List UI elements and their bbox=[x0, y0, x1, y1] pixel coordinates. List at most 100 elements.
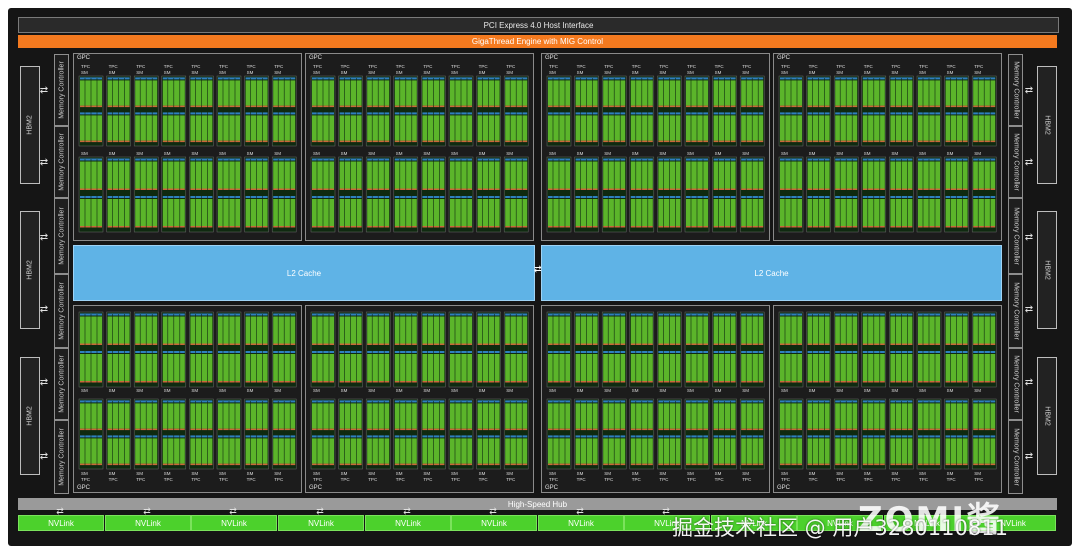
memory-controller-label: Memory Controller bbox=[58, 428, 65, 486]
sm-label: SM bbox=[687, 471, 694, 476]
sm-label: SM bbox=[687, 70, 694, 75]
sm-label: SM bbox=[549, 388, 556, 393]
sm-label: SM bbox=[274, 151, 281, 156]
tpc-label: TPC bbox=[549, 64, 559, 69]
sm-label: SM bbox=[136, 151, 143, 156]
sm-label: SM bbox=[974, 388, 981, 393]
sm-label: SM bbox=[191, 151, 198, 156]
gpc-bottom-4: SM SM TPC SM SM TPC SM SM TPC SM SM TPC SM SM TPC SM SM T… bbox=[773, 305, 1002, 493]
sm-label: SM bbox=[549, 471, 556, 476]
sm-array: SMSMTPCSMSMTPCSMSMTPCSMSMTPCSMSMTPCSMSMT… bbox=[310, 311, 529, 482]
l2-cache-right: L2 Cache bbox=[541, 245, 1002, 301]
tpc-label: TPC bbox=[742, 477, 752, 482]
sm-label: SM bbox=[604, 471, 611, 476]
memory-controller-label: Memory Controller bbox=[1012, 133, 1019, 191]
sm-label: SM bbox=[341, 388, 348, 393]
sm-label: SM bbox=[974, 151, 981, 156]
sm-label: SM bbox=[836, 70, 843, 75]
bidirectional-arrow-icon: ⇄ bbox=[39, 85, 49, 96]
tpc-label: TPC bbox=[836, 64, 846, 69]
gpc-label: GPC bbox=[77, 485, 91, 491]
sm-label: SM bbox=[423, 70, 430, 75]
tpc-label: TPC bbox=[781, 477, 791, 482]
sm-label: SM bbox=[781, 70, 788, 75]
memory-controller-right-5: Memory Controller bbox=[1008, 348, 1023, 420]
sm-label: SM bbox=[919, 151, 926, 156]
tpc-label: TPC bbox=[742, 64, 752, 69]
memory-controller-left-6: Memory Controller bbox=[54, 420, 69, 494]
sm-label: SM bbox=[659, 151, 666, 156]
tpc-label: TPC bbox=[219, 477, 229, 482]
tpc-label: TPC bbox=[313, 64, 323, 69]
tpc-label: TPC bbox=[81, 64, 91, 69]
sm-array: SMSMTPCSMSMTPCSMSMTPCSMSMTPCSMSMTPCSMSMT… bbox=[546, 311, 765, 482]
sm-label: SM bbox=[81, 471, 88, 476]
hbm2-label: HBM2 bbox=[26, 260, 34, 280]
sm-label: SM bbox=[423, 471, 430, 476]
hbm2-label: HBM2 bbox=[1043, 115, 1051, 135]
bidirectional-arrow-icon: ⇄ bbox=[39, 451, 49, 462]
sm-label: SM bbox=[715, 388, 722, 393]
sm-label: SM bbox=[742, 471, 749, 476]
sm-label: SM bbox=[341, 471, 348, 476]
tpc-label: TPC bbox=[864, 477, 874, 482]
gpc-top-1: TPC SM SM TPC SM SM TPC SM SM TPC SM SM TPC SM SM TPC SM… bbox=[73, 53, 302, 241]
tpc-label: TPC bbox=[659, 477, 669, 482]
hbm2-label: HBM2 bbox=[26, 406, 34, 426]
sm-label: SM bbox=[715, 471, 722, 476]
sm-label: SM bbox=[368, 388, 375, 393]
sm-label: SM bbox=[891, 388, 898, 393]
sm-label: SM bbox=[81, 388, 88, 393]
tpc-label: TPC bbox=[396, 477, 406, 482]
hbm2-right-2: HBM2 bbox=[1037, 211, 1057, 329]
tpc-label: TPC bbox=[632, 64, 642, 69]
sm-label: SM bbox=[742, 70, 749, 75]
memory-controller-left-2: Memory Controller bbox=[54, 126, 69, 198]
bidirectional-arrow-icon: ⇄ bbox=[1024, 451, 1034, 462]
sm-array: TPCSMSMTPCSMSMTPCSMSMTPCSMSMTPCSMSMTPCSM… bbox=[78, 64, 297, 233]
sm-label: SM bbox=[781, 471, 788, 476]
tpc-label: TPC bbox=[809, 64, 819, 69]
sm-label: SM bbox=[809, 151, 816, 156]
sm-label: SM bbox=[632, 70, 639, 75]
sm-label: SM bbox=[451, 70, 458, 75]
bidirectional-arrow-icon: ⇄ bbox=[662, 506, 670, 516]
gpc-bottom-2: SM SM TPC SM SM TPC SM SM TPC SM SM TPC SM SM TPC SM SM T… bbox=[305, 305, 534, 493]
memory-controller-right-2: Memory Controller bbox=[1008, 126, 1023, 198]
sm-label: SM bbox=[919, 471, 926, 476]
bidirectional-arrow-icon: ⇄ bbox=[39, 377, 49, 388]
sm-label: SM bbox=[632, 151, 639, 156]
bidirectional-arrow-icon: ⇄ bbox=[1024, 377, 1034, 388]
tpc-label: TPC bbox=[715, 477, 725, 482]
tpc-label: TPC bbox=[577, 477, 587, 482]
memory-controller-left-4: Memory Controller bbox=[54, 274, 69, 348]
tpc-label: TPC bbox=[109, 64, 119, 69]
bidirectional-arrow-icon: ⇄ bbox=[56, 506, 64, 516]
gpc-label: GPC bbox=[777, 55, 791, 61]
sm-label: SM bbox=[313, 151, 320, 156]
sm-label: SM bbox=[891, 70, 898, 75]
sm-label: SM bbox=[109, 151, 116, 156]
tpc-label: TPC bbox=[247, 477, 257, 482]
tpc-label: TPC bbox=[274, 64, 284, 69]
tpc-label: TPC bbox=[974, 477, 984, 482]
sm-label: SM bbox=[687, 388, 694, 393]
sm-label: SM bbox=[864, 388, 871, 393]
nvlink-1: NVLink bbox=[18, 515, 104, 531]
tpc-label: TPC bbox=[368, 64, 378, 69]
sm-label: SM bbox=[974, 471, 981, 476]
tpc-label: TPC bbox=[81, 477, 91, 482]
tpc-label: TPC bbox=[451, 64, 461, 69]
tpc-label: TPC bbox=[136, 64, 146, 69]
tpc-label: TPC bbox=[164, 64, 174, 69]
gpc-top-3: TPC SM SM TPC SM SM TPC SM SM TPC SM SM TPC SM SM TPC SM… bbox=[541, 53, 770, 241]
sm-label: SM bbox=[659, 471, 666, 476]
sm-label: SM bbox=[947, 151, 954, 156]
sm-label: SM bbox=[368, 70, 375, 75]
bidirectional-arrow-icon: ⇄ bbox=[316, 506, 324, 516]
sm-label: SM bbox=[506, 70, 513, 75]
sm-array: TPCSMSMTPCSMSMTPCSMSMTPCSMSMTPCSMSMTPCSM… bbox=[778, 64, 997, 233]
tpc-label: TPC bbox=[136, 477, 146, 482]
sm-label: SM bbox=[396, 471, 403, 476]
tpc-label: TPC bbox=[687, 477, 697, 482]
